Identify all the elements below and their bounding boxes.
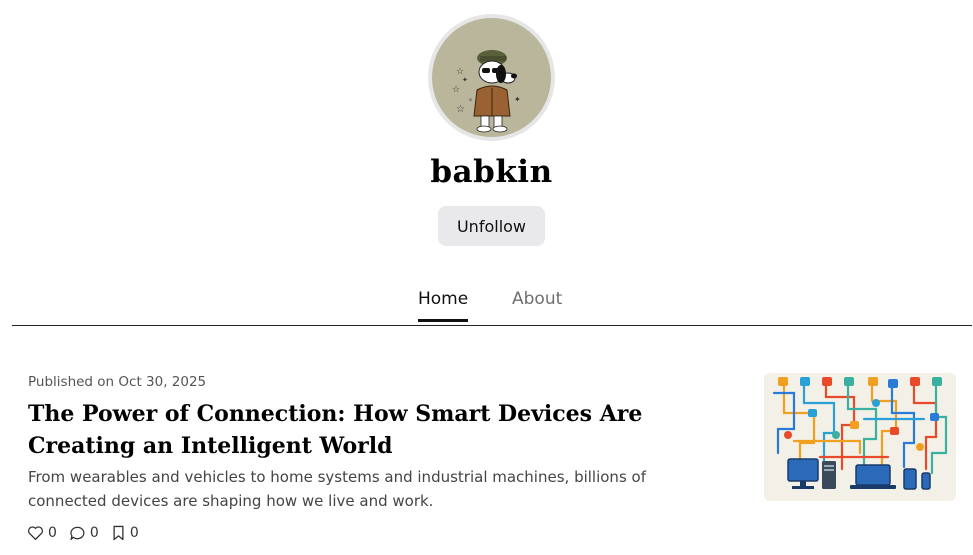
svg-text:✦: ✦: [462, 76, 468, 84]
avatar-image: ☆ ☆ ☆ ✦ ✦ ✧: [432, 18, 551, 137]
bookmark-icon: [111, 525, 126, 541]
unfollow-button[interactable]: Unfollow: [438, 206, 545, 246]
post-published-date: Published on Oct 30, 2025: [28, 374, 207, 390]
post-thumbnail[interactable]: [764, 373, 956, 501]
tab-home[interactable]: Home: [418, 289, 469, 322]
comment-bubble-icon: [69, 525, 86, 541]
heart-icon: [27, 525, 44, 541]
like-button[interactable]: 0: [27, 525, 57, 541]
svg-text:☆: ☆: [452, 85, 460, 95]
post-excerpt: From wearables and vehicles to home syst…: [28, 468, 646, 510]
tab-about[interactable]: About: [512, 289, 562, 319]
svg-text:✧: ✧: [468, 97, 473, 104]
profile-tabs: Home About: [12, 280, 972, 326]
svg-text:✦: ✦: [514, 95, 521, 104]
like-count: 0: [48, 525, 57, 541]
profile-page: ☆ ☆ ☆ ✦ ✦ ✧ babkin Unfollow Home About P…: [0, 0, 973, 555]
bookmark-count: 0: [129, 525, 139, 541]
post-actions: 0 0 0: [27, 525, 139, 541]
comment-button[interactable]: 0: [69, 525, 99, 541]
bookmark-button[interactable]: 0: [111, 525, 139, 541]
avatar[interactable]: ☆ ☆ ☆ ✦ ✦ ✧: [428, 14, 555, 141]
comment-count: 0: [89, 525, 99, 541]
post-title[interactable]: The Power of Connection: How Smart Devic…: [28, 398, 728, 462]
profile-username: babkin: [430, 154, 553, 190]
svg-text:☆: ☆: [456, 104, 465, 115]
